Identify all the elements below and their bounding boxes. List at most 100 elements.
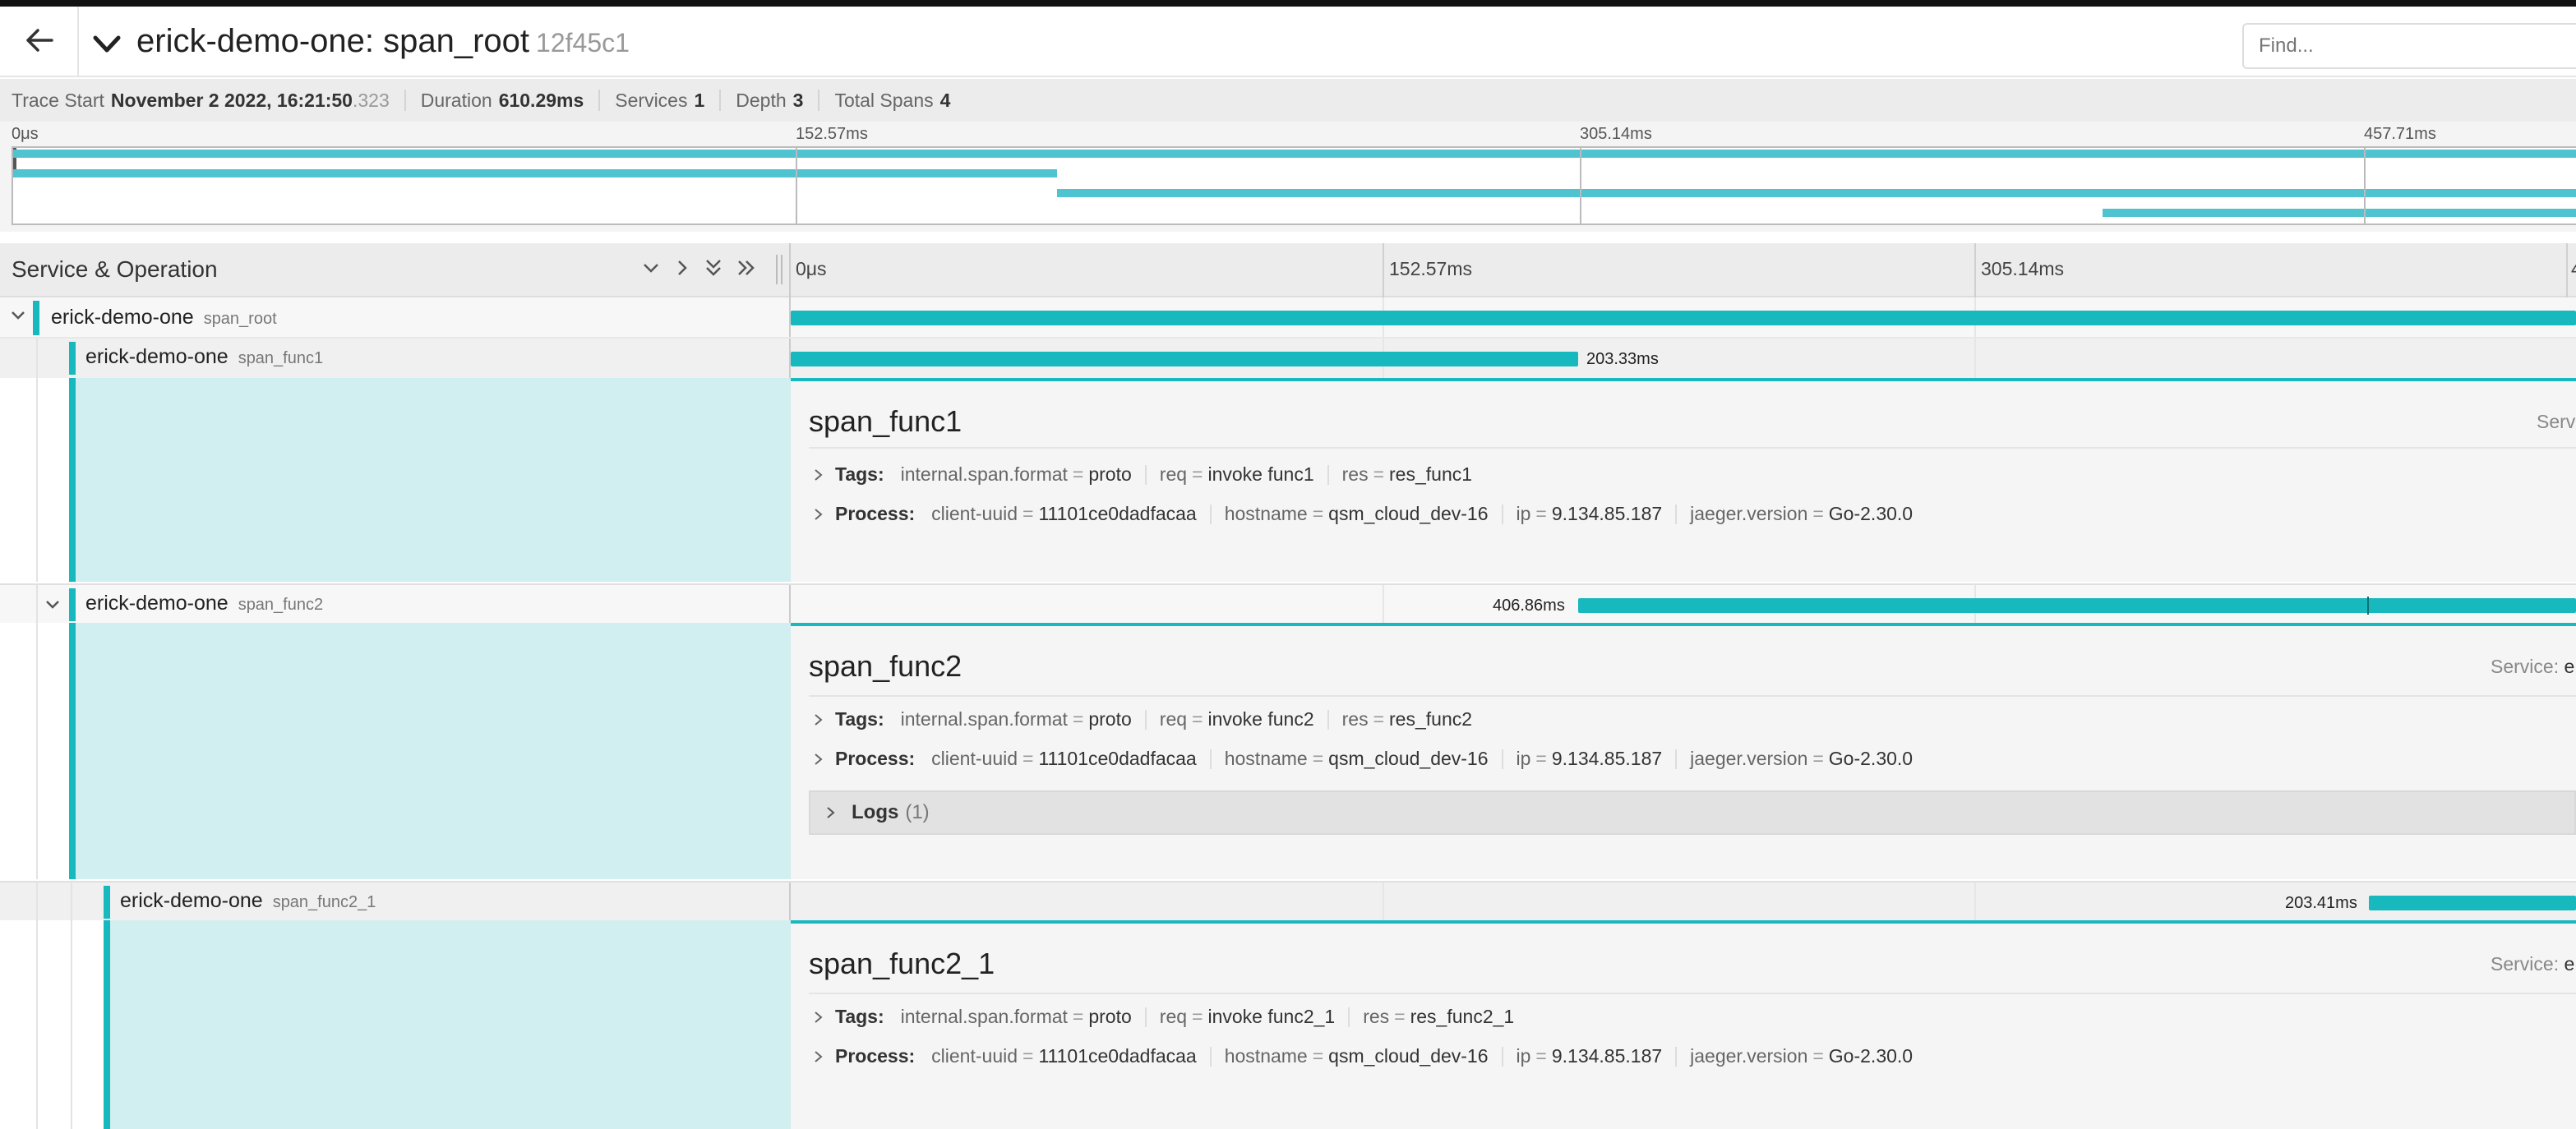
tag-item: internal.span.format = proto xyxy=(901,463,1132,486)
span-row[interactable]: erick-demo-one span_root xyxy=(0,297,2576,339)
trace-start: Trace Start November 2 2022, 16:21:50.32… xyxy=(12,90,390,112)
depth-value: 3 xyxy=(792,89,804,111)
process-key: ip xyxy=(1516,1045,1531,1067)
back-button[interactable] xyxy=(16,21,62,62)
span-bar[interactable] xyxy=(2369,896,2576,910)
equals-sign: = xyxy=(1312,748,1324,769)
process-section[interactable]: Process: client-uuid = 11101ce0dadfacaa ho… xyxy=(809,748,1913,770)
trace-start-ms: .323 xyxy=(352,89,390,111)
span-service-name[interactable]: erick-demo-one span_root xyxy=(51,306,277,329)
equals-sign: = xyxy=(1812,503,1824,524)
logs-section[interactable]: Logs (1) xyxy=(809,790,2576,835)
process-item: client-uuid = 11101ce0dadfacaa xyxy=(931,503,1197,525)
find-input[interactable] xyxy=(2242,23,2576,69)
span-row-label[interactable]: erick-demo-one span_func2 xyxy=(0,585,791,623)
process-key: ip xyxy=(1516,748,1531,769)
minimap-grid-line xyxy=(796,146,797,225)
process-value: Go-2.30.0 xyxy=(1828,503,1914,524)
span-duration-label: 406.86ms xyxy=(1493,597,1565,615)
duration-label: Duration xyxy=(420,89,492,111)
process-value: 9.134.85.187 xyxy=(1551,748,1663,769)
span-row[interactable]: erick-demo-one span_func2 406.86ms xyxy=(0,583,2576,623)
arrow-left-icon xyxy=(25,28,53,57)
process-value: Go-2.30.0 xyxy=(1828,748,1914,769)
collapse-trace-toggle[interactable] xyxy=(90,28,127,64)
minimap-span-bar xyxy=(13,150,2576,158)
process-value: 11101ce0dadfacaa xyxy=(1038,748,1197,769)
collapse-all-button[interactable] xyxy=(700,255,727,284)
minimap-canvas[interactable] xyxy=(12,146,2576,225)
service-label: Service: xyxy=(2491,953,2560,975)
process-key: jaeger.version xyxy=(1690,748,1808,769)
tag-key: internal.span.format xyxy=(900,1006,1068,1027)
process-value: 9.134.85.187 xyxy=(1551,1045,1663,1067)
span-row[interactable]: erick-demo-one span_func2_1 203.41ms xyxy=(0,881,2576,920)
services-label: Services xyxy=(615,89,688,111)
trace-start-label: Trace Start xyxy=(12,89,104,111)
tag-value: invoke func2_1 xyxy=(1207,1006,1336,1027)
chevron-right-icon[interactable] xyxy=(809,1010,829,1025)
trace-summary-bar: Trace Start November 2 2022, 16:21:50.32… xyxy=(0,79,2576,122)
span-bar[interactable] xyxy=(791,311,2576,325)
process-section[interactable]: Process: client-uuid = 11101ce0dadfacaa ho… xyxy=(809,1045,1913,1067)
chevron-right-icon[interactable] xyxy=(809,1049,829,1064)
service-name: erick-demo-one xyxy=(120,889,263,912)
chevron-down-icon[interactable] xyxy=(10,309,26,326)
span-detail-service: Service: e xyxy=(2491,953,2574,975)
span-row-timeline[interactable]: 406.86ms xyxy=(791,585,2576,623)
span-row-label[interactable]: erick-demo-one span_root xyxy=(0,297,791,337)
span-row-timeline[interactable]: 203.33ms xyxy=(791,339,2576,378)
span-detail-row: span_func2_1 Service: e Tags: internal.s… xyxy=(0,920,2576,1129)
collapse-one-button[interactable] xyxy=(638,255,664,284)
span-row-timeline[interactable]: 203.41ms xyxy=(791,882,2576,920)
chevron-right-icon[interactable] xyxy=(809,712,829,727)
service-color-bar xyxy=(69,588,76,621)
span-bar[interactable] xyxy=(791,352,1578,366)
chevron-right-icon[interactable] xyxy=(809,752,829,767)
tags-section[interactable]: Tags: internal.span.format = proto req = inv… xyxy=(809,463,1472,486)
divider xyxy=(1209,1046,1212,1067)
tree-guide xyxy=(36,585,38,623)
span-row-label[interactable]: erick-demo-one span_func2_1 xyxy=(0,882,791,920)
tag-item: req = invoke func1 xyxy=(1160,463,1314,486)
trace-minimap[interactable]: 0μs 152.57ms 305.14ms 457.71ms xyxy=(0,122,2576,232)
divider xyxy=(809,447,2576,449)
column-resize-handle[interactable] xyxy=(776,255,782,284)
divider xyxy=(809,695,2576,697)
operation-name: span_func2_1 xyxy=(272,893,376,911)
process-item: hostname = qsm_cloud_dev-16 xyxy=(1225,748,1489,770)
expand-one-button[interactable] xyxy=(669,255,695,284)
process-label: Process: xyxy=(835,748,916,769)
tag-value: proto xyxy=(1088,1006,1132,1027)
log-marker[interactable] xyxy=(2367,597,2369,615)
tags-section[interactable]: Tags: internal.span.format = proto req = inv… xyxy=(809,708,1472,730)
process-item: client-uuid = 11101ce0dadfacaa xyxy=(931,748,1197,770)
trace-header: erick-demo-one: span_root 12f45c1 xyxy=(0,7,2576,77)
span-service-name[interactable]: erick-demo-one span_func1 xyxy=(85,345,323,369)
minimap-tick-label: 457.71ms xyxy=(2364,125,2436,143)
expand-all-button[interactable] xyxy=(733,255,759,284)
span-service-name[interactable]: erick-demo-one span_func2 xyxy=(85,592,323,615)
divider xyxy=(1209,749,1212,769)
span-row-timeline[interactable] xyxy=(791,297,2576,337)
equals-sign: = xyxy=(1023,748,1034,769)
tree-guide xyxy=(71,882,72,920)
equals-sign: = xyxy=(1312,503,1324,524)
span-row-label[interactable]: erick-demo-one span_func1 xyxy=(0,339,791,378)
process-item: jaeger.version = Go-2.30.0 xyxy=(1690,1045,1913,1067)
span-row[interactable]: erick-demo-one span_func1 203.33ms xyxy=(0,339,2576,378)
process-section[interactable]: Process: client-uuid = 11101ce0dadfacaa ho… xyxy=(809,503,1913,525)
detail-indicator xyxy=(69,378,791,582)
span-bar[interactable] xyxy=(1578,598,2576,613)
span-service-name[interactable]: erick-demo-one span_func2_1 xyxy=(120,889,376,913)
header-divider xyxy=(77,7,79,77)
process-item: hostname = qsm_cloud_dev-16 xyxy=(1225,503,1489,525)
service-label: Service: xyxy=(2491,656,2560,677)
chevron-down-icon[interactable] xyxy=(44,598,61,615)
chevron-right-icon[interactable] xyxy=(809,507,829,522)
span-detail-title: span_func2 xyxy=(809,649,963,683)
divider xyxy=(809,993,2576,994)
chevron-right-icon[interactable] xyxy=(809,468,829,482)
process-item: ip = 9.134.85.187 xyxy=(1517,503,1663,525)
tags-section[interactable]: Tags: internal.span.format = proto req = inv… xyxy=(809,1006,1514,1028)
